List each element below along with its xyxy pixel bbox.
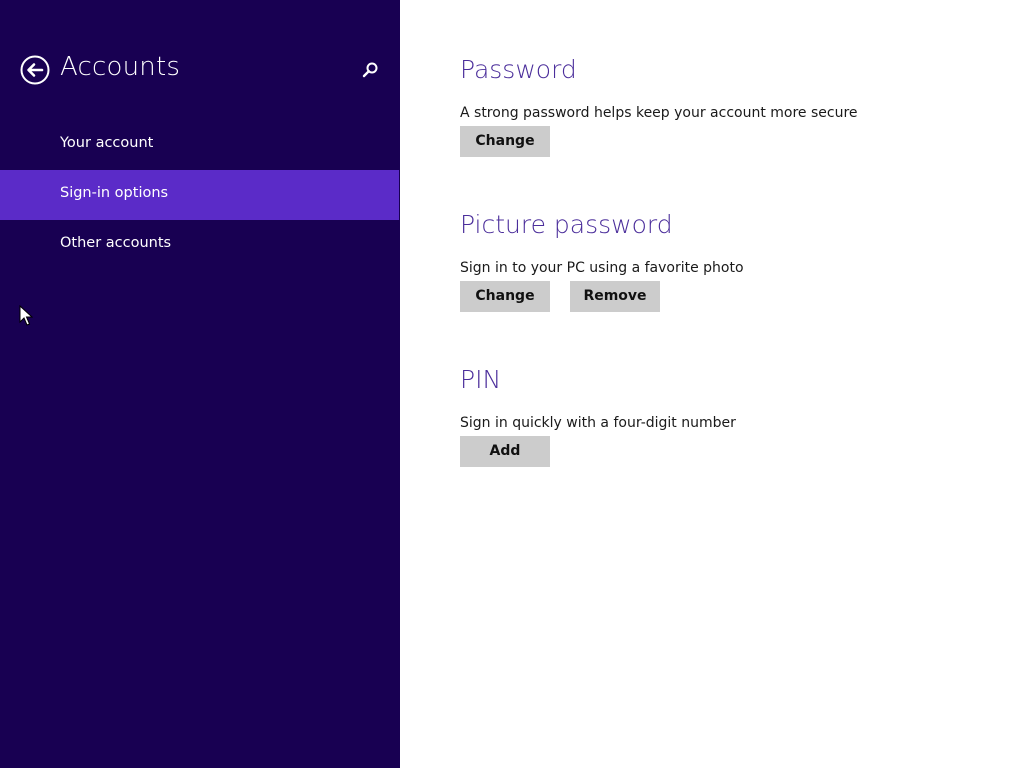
search-icon bbox=[362, 62, 378, 78]
navigation-pane: Accounts Your account Sign-in options Ot… bbox=[0, 0, 400, 768]
circle-arrow-left-icon bbox=[20, 55, 50, 85]
page-title: Accounts bbox=[60, 52, 181, 82]
section-description: Sign in to your PC using a favorite phot… bbox=[460, 260, 744, 276]
section-title: Picture password bbox=[460, 210, 673, 239]
content-pane: Password A strong password helps keep yo… bbox=[460, 0, 1000, 768]
change-password-button[interactable]: Change bbox=[460, 126, 550, 157]
section-description: A strong password helps keep your accoun… bbox=[460, 105, 858, 121]
section-title: Password bbox=[460, 55, 577, 84]
back-button[interactable] bbox=[20, 55, 50, 85]
nav-item-sign-in-options[interactable]: Sign-in options bbox=[0, 170, 399, 220]
remove-picture-password-button[interactable]: Remove bbox=[570, 281, 660, 312]
nav-item-label: Other accounts bbox=[60, 235, 172, 251]
nav-item-other-accounts[interactable]: Other accounts bbox=[0, 220, 400, 270]
mouse-pointer-icon bbox=[19, 305, 33, 326]
nav-item-label: Sign-in options bbox=[60, 185, 169, 201]
change-picture-password-button[interactable]: Change bbox=[460, 281, 550, 312]
nav-list: Your account Sign-in options Other accou… bbox=[0, 120, 400, 270]
nav-item-label: Your account bbox=[60, 135, 154, 151]
search-button[interactable] bbox=[359, 59, 381, 81]
pc-settings-window: Accounts Your account Sign-in options Ot… bbox=[0, 0, 1024, 768]
section-description: Sign in quickly with a four-digit number bbox=[460, 415, 736, 431]
add-pin-button[interactable]: Add bbox=[460, 436, 550, 467]
section-title: PIN bbox=[460, 365, 502, 394]
nav-item-your-account[interactable]: Your account bbox=[0, 120, 400, 170]
